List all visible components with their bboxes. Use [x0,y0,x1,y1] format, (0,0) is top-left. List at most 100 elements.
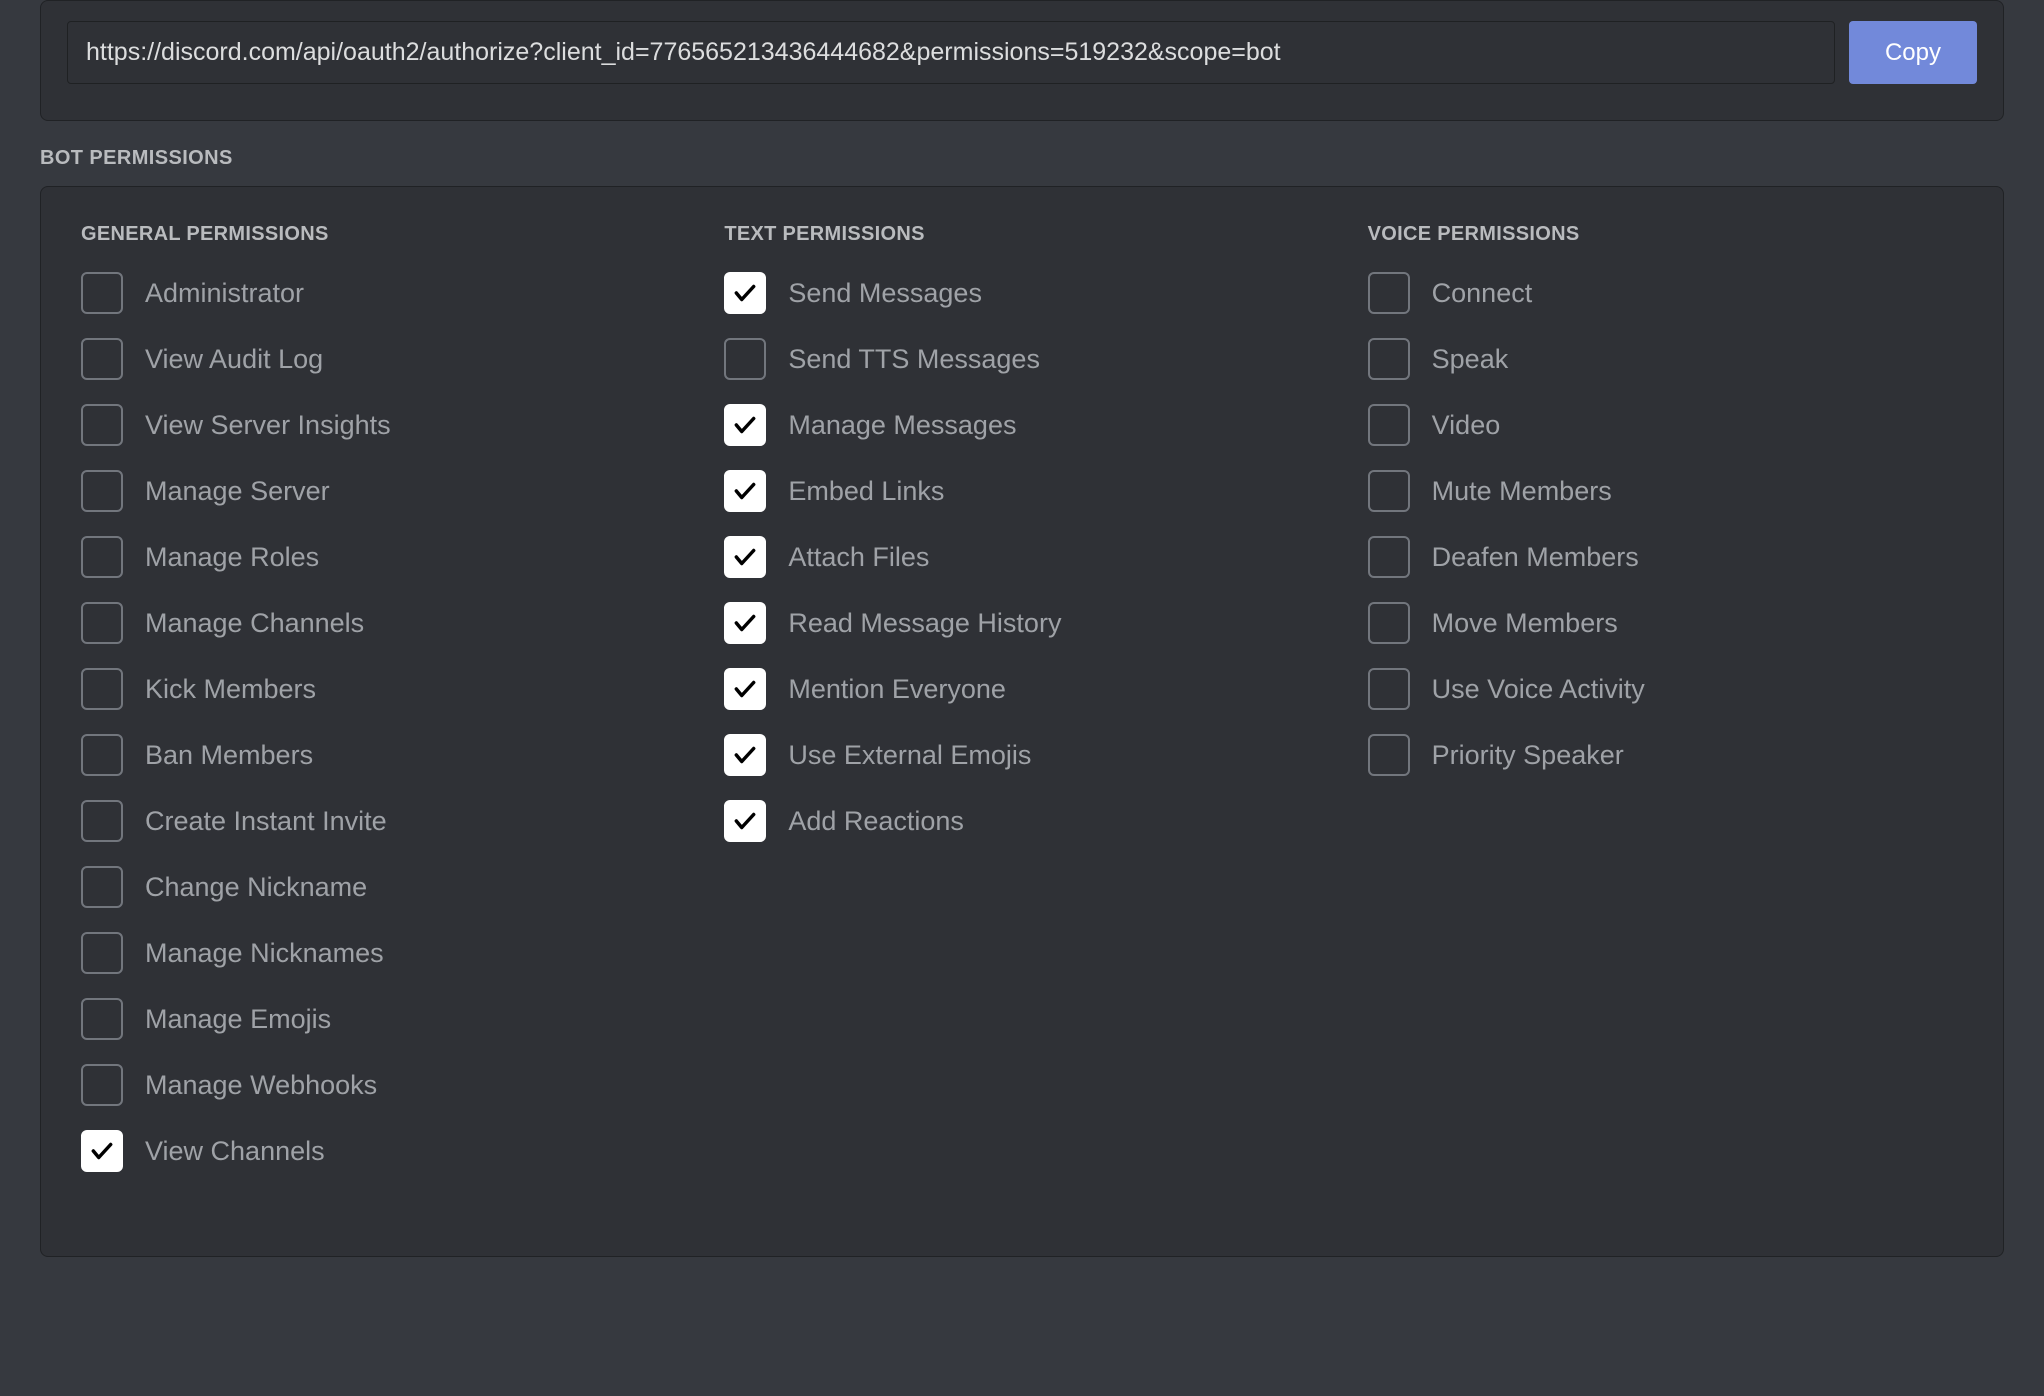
permission-label: Use Voice Activity [1432,676,1645,703]
permission-label: Manage Roles [145,544,319,571]
permission-attach-files[interactable]: Attach Files [724,536,1319,578]
checkbox-checked-icon[interactable] [724,272,766,314]
permission-mute-members[interactable]: Mute Members [1368,470,1963,512]
checkbox-checked-icon[interactable] [81,1130,123,1172]
checkbox-unchecked-icon[interactable] [81,338,123,380]
checkbox-checked-icon[interactable] [724,734,766,776]
checkbox-unchecked-icon[interactable] [1368,536,1410,578]
checkbox-unchecked-icon[interactable] [1368,602,1410,644]
checkbox-checked-icon[interactable] [724,602,766,644]
permission-label: Use External Emojis [788,742,1031,769]
permission-video[interactable]: Video [1368,404,1963,446]
permission-label: Read Message History [788,610,1061,637]
permission-label: Embed Links [788,478,944,505]
permission-connect[interactable]: Connect [1368,272,1963,314]
permission-embed-links[interactable]: Embed Links [724,470,1319,512]
permission-label: Mention Everyone [788,676,1006,703]
permission-administrator[interactable]: Administrator [81,272,676,314]
bot-permissions-heading: BOT PERMISSIONS [40,147,2004,170]
checkbox-unchecked-icon[interactable] [81,272,123,314]
checkbox-unchecked-icon[interactable] [1368,272,1410,314]
permission-view-server-insights[interactable]: View Server Insights [81,404,676,446]
checkbox-checked-icon[interactable] [724,404,766,446]
permission-label: View Audit Log [145,346,323,373]
permission-label: Manage Webhooks [145,1072,377,1099]
permission-label: Manage Nicknames [145,940,384,967]
permission-label: Manage Channels [145,610,364,637]
permission-label: Administrator [145,280,304,307]
permission-label: Speak [1432,346,1509,373]
checkbox-unchecked-icon[interactable] [1368,470,1410,512]
checkbox-unchecked-icon[interactable] [81,932,123,974]
permissions-column-text-permissions: TEXT PERMISSIONS Send Messages Send TTS Me… [724,223,1319,1196]
permission-label: Attach Files [788,544,929,571]
permission-label: Deafen Members [1432,544,1639,571]
checkbox-checked-icon[interactable] [724,536,766,578]
permission-manage-nicknames[interactable]: Manage Nicknames [81,932,676,974]
checkbox-unchecked-icon[interactable] [1368,404,1410,446]
permission-manage-emojis[interactable]: Manage Emojis [81,998,676,1040]
checkbox-unchecked-icon[interactable] [81,998,123,1040]
permission-label: View Channels [145,1138,325,1165]
permission-label: Connect [1432,280,1533,307]
checkbox-unchecked-icon[interactable] [81,668,123,710]
permission-label: Move Members [1432,610,1618,637]
checkbox-unchecked-icon[interactable] [724,338,766,380]
checkbox-unchecked-icon[interactable] [1368,338,1410,380]
permission-label: Priority Speaker [1432,742,1624,769]
permission-use-voice-activity[interactable]: Use Voice Activity [1368,668,1963,710]
permission-label: View Server Insights [145,412,391,439]
permission-mention-everyone[interactable]: Mention Everyone [724,668,1319,710]
permission-deafen-members[interactable]: Deafen Members [1368,536,1963,578]
permission-add-reactions[interactable]: Add Reactions [724,800,1319,842]
permission-change-nickname[interactable]: Change Nickname [81,866,676,908]
permission-kick-members[interactable]: Kick Members [81,668,676,710]
oauth-url-input[interactable] [67,21,1835,84]
permission-move-members[interactable]: Move Members [1368,602,1963,644]
permission-ban-members[interactable]: Ban Members [81,734,676,776]
checkbox-checked-icon[interactable] [724,668,766,710]
checkbox-checked-icon[interactable] [724,470,766,512]
permission-send-tts-messages[interactable]: Send TTS Messages [724,338,1319,380]
checkbox-unchecked-icon[interactable] [81,1064,123,1106]
oauth-url-panel: Copy [40,0,2004,121]
permission-label: Ban Members [145,742,313,769]
permission-view-audit-log[interactable]: View Audit Log [81,338,676,380]
permissions-panel: GENERAL PERMISSIONS Administrator View Aud… [40,186,2004,1257]
permission-label: Change Nickname [145,874,367,901]
permission-manage-roles[interactable]: Manage Roles [81,536,676,578]
permission-label: Add Reactions [788,808,964,835]
permission-view-channels[interactable]: View Channels [81,1130,676,1172]
checkbox-unchecked-icon[interactable] [81,536,123,578]
permission-manage-webhooks[interactable]: Manage Webhooks [81,1064,676,1106]
permission-send-messages[interactable]: Send Messages [724,272,1319,314]
checkbox-unchecked-icon[interactable] [81,800,123,842]
permission-create-instant-invite[interactable]: Create Instant Invite [81,800,676,842]
permission-speak[interactable]: Speak [1368,338,1963,380]
column-heading: VOICE PERMISSIONS [1368,223,1963,246]
permissions-column-general-permissions: GENERAL PERMISSIONS Administrator View Aud… [81,223,676,1196]
checkbox-unchecked-icon[interactable] [1368,734,1410,776]
permission-label: Send Messages [788,280,982,307]
permission-priority-speaker[interactable]: Priority Speaker [1368,734,1963,776]
permission-manage-messages[interactable]: Manage Messages [724,404,1319,446]
permission-label: Video [1432,412,1501,439]
permission-label: Manage Messages [788,412,1016,439]
permission-read-message-history[interactable]: Read Message History [724,602,1319,644]
permission-label: Manage Emojis [145,1006,331,1033]
checkbox-unchecked-icon[interactable] [81,404,123,446]
checkbox-unchecked-icon[interactable] [81,734,123,776]
checkbox-checked-icon[interactable] [724,800,766,842]
checkbox-unchecked-icon[interactable] [81,602,123,644]
permission-manage-channels[interactable]: Manage Channels [81,602,676,644]
column-heading: GENERAL PERMISSIONS [81,223,676,246]
checkbox-unchecked-icon[interactable] [1368,668,1410,710]
permission-manage-server[interactable]: Manage Server [81,470,676,512]
column-heading: TEXT PERMISSIONS [724,223,1319,246]
permission-label: Kick Members [145,676,316,703]
permission-label: Manage Server [145,478,330,505]
checkbox-unchecked-icon[interactable] [81,866,123,908]
permission-use-external-emojis[interactable]: Use External Emojis [724,734,1319,776]
checkbox-unchecked-icon[interactable] [81,470,123,512]
copy-button[interactable]: Copy [1849,21,1977,84]
